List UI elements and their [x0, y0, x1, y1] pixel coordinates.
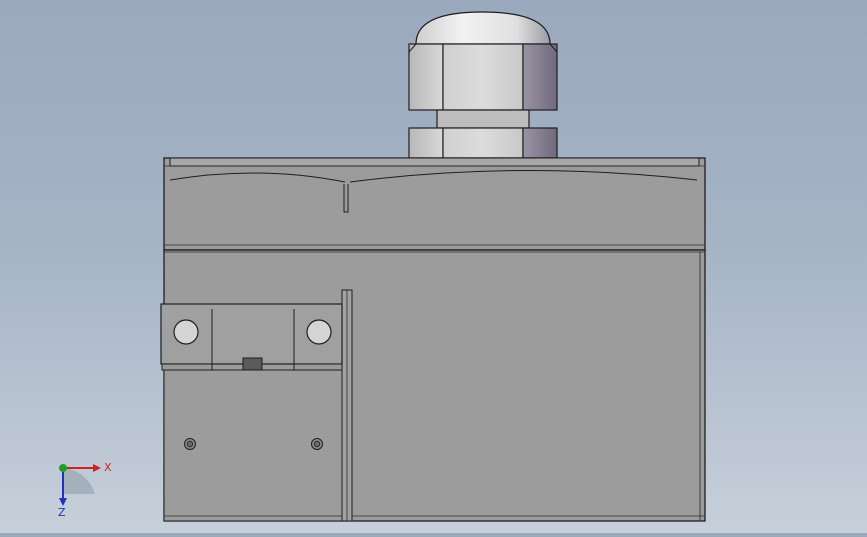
gland-nut-right-face — [522, 43, 558, 111]
x-axis-label: X — [104, 461, 112, 474]
mounting-hole-right — [306, 319, 332, 345]
gland-base-left-face — [408, 127, 444, 159]
gland-nut-front-face — [442, 43, 524, 111]
mounting-bracket — [160, 303, 343, 372]
screw-left — [184, 438, 196, 450]
cad-viewport[interactable]: X Z — [0, 0, 867, 533]
gland-dome — [415, 11, 551, 45]
z-axis-arrow — [59, 498, 67, 506]
enclosure-drawing — [160, 11, 706, 522]
latch-tab — [242, 357, 263, 372]
gland-base-front-face — [442, 127, 524, 159]
gland-nut-left-face — [408, 43, 444, 111]
z-axis-label: Z — [58, 506, 66, 519]
screw-right — [311, 438, 323, 450]
mounting-hole-left — [173, 319, 199, 345]
gland-neck — [436, 109, 530, 129]
y-axis-dot — [59, 464, 67, 472]
orientation-triad: X Z — [58, 461, 112, 519]
door-panel — [163, 369, 343, 522]
x-axis-arrow — [93, 464, 101, 472]
gland-base-right-face — [522, 127, 558, 159]
enclosure-lid — [163, 157, 706, 251]
cable-gland — [408, 11, 558, 159]
